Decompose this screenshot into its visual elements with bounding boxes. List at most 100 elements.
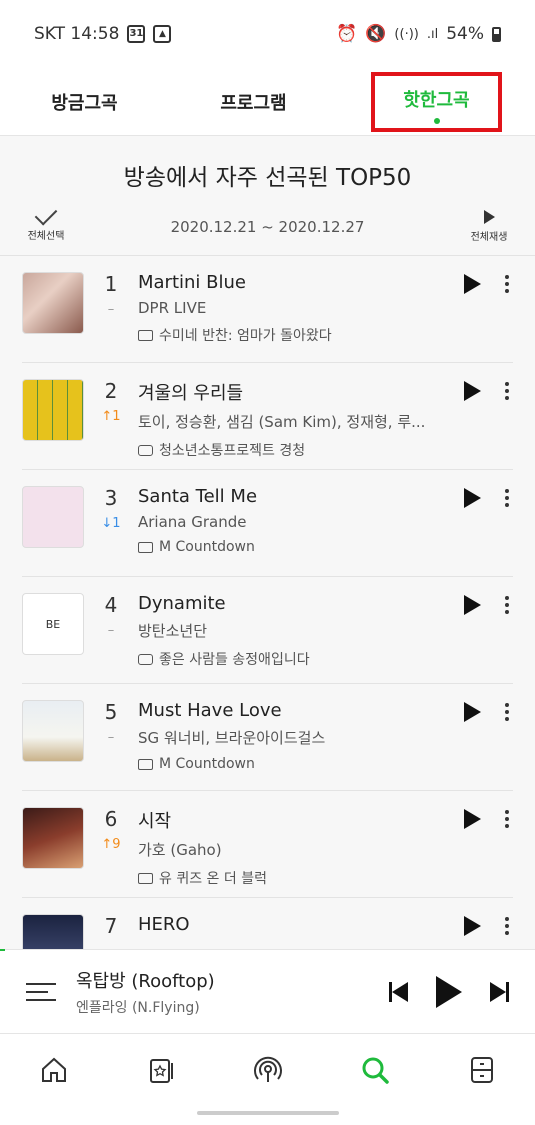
- play-button[interactable]: [464, 274, 481, 294]
- song-row[interactable]: 7 HERO: [22, 898, 513, 949]
- more-options-icon[interactable]: [501, 275, 513, 293]
- row-actions: [464, 593, 513, 615]
- song-title: Must Have Love: [138, 700, 282, 721]
- row-actions: [464, 486, 513, 508]
- song-row[interactable]: 6 ↑9 시작 가호 (Gaho) 유 퀴즈 온 더 블럭: [22, 791, 513, 898]
- play-button[interactable]: [464, 916, 481, 936]
- album-art[interactable]: [22, 272, 84, 334]
- program-name: M Countdown: [159, 756, 255, 772]
- album-art[interactable]: [22, 379, 84, 441]
- rank-number: 4: [104, 593, 118, 617]
- rank-block: 1 –: [84, 272, 138, 317]
- row-actions: [464, 700, 513, 722]
- play-all-button[interactable]: 전체재생: [463, 210, 515, 243]
- play-all-label: 전체재생: [470, 232, 508, 243]
- tab-programs[interactable]: 프로그램: [202, 81, 304, 123]
- next-track-icon[interactable]: [490, 981, 509, 1002]
- song-title: Martini Blue: [138, 272, 246, 293]
- program-info: 유 퀴즈 온 더 블럭: [138, 868, 464, 888]
- radio-icon: [138, 444, 153, 456]
- album-art[interactable]: BE: [22, 593, 84, 655]
- song-artist: Ariana Grande: [138, 513, 247, 531]
- drawer-icon[interactable]: [465, 1053, 499, 1087]
- tab-hot-songs-label: 핫한그곡: [403, 89, 470, 111]
- play-button[interactable]: [464, 488, 481, 508]
- play-button[interactable]: [464, 702, 481, 722]
- search-icon[interactable]: [358, 1053, 392, 1087]
- song-info[interactable]: Martini Blue DPR LIVE 수미네 반찬: 엄마가 돌아왔다: [138, 272, 464, 345]
- home-indicator: [196, 1111, 339, 1115]
- status-bar: SKT 14:58 31 ▲ ⏰ 🔇 ((·)) .ıl 54%: [0, 0, 535, 68]
- program-info: M Countdown: [138, 756, 464, 772]
- tab-hot-songs[interactable]: 핫한그곡: [371, 71, 502, 132]
- song-info[interactable]: Santa Tell Me Ariana Grande M Countdown: [138, 486, 464, 555]
- song-title: Dynamite: [138, 593, 226, 614]
- tv-icon: [138, 329, 153, 341]
- star-card-icon[interactable]: [144, 1053, 178, 1087]
- song-title: HERO: [138, 914, 190, 935]
- play-pause-icon[interactable]: [436, 975, 462, 1008]
- play-icon: [483, 210, 495, 224]
- home-icon[interactable]: [37, 1053, 71, 1087]
- select-all-label: 전체선택: [27, 231, 65, 242]
- chart-content: 방송에서 자주 선곡된 TOP50 전체선택 2020.12.21 ~ 2020…: [0, 136, 535, 949]
- song-row[interactable]: 3 ↓1 Santa Tell Me Ariana Grande M Count…: [22, 470, 513, 577]
- mini-player[interactable]: 옥탑방 (Rooftop) 엔플라잉 (N.Flying): [0, 949, 535, 1033]
- program-name: 수미네 반찬: 엄마가 돌아왔다: [159, 328, 332, 344]
- album-art[interactable]: [22, 914, 84, 949]
- rank-change: –: [107, 623, 115, 638]
- status-left: SKT 14:58 31 ▲: [34, 24, 172, 44]
- mute-icon: 🔇: [365, 24, 387, 44]
- song-row[interactable]: 2 ↑1 겨울의 우리들 토이, 정승환, 샘김 (Sam Kim), 정재형,…: [22, 363, 513, 470]
- more-options-icon[interactable]: [501, 810, 513, 828]
- song-title: 시작: [138, 811, 172, 832]
- date-range: 2020.12.21 ~ 2020.12.27: [170, 217, 365, 236]
- playlist-icon[interactable]: [26, 982, 56, 1001]
- page-title: 방송에서 자주 선곡된 TOP50: [123, 165, 412, 191]
- rank-block: 2 ↑1: [84, 379, 138, 424]
- more-options-icon[interactable]: [501, 596, 513, 614]
- song-artist: 토이, 정승환, 샘김 (Sam Kim), 정재형, 루...: [138, 413, 426, 431]
- more-options-icon[interactable]: [501, 917, 513, 935]
- song-info[interactable]: Must Have Love SG 워너비, 브라운아이드걸스 M Countd…: [138, 700, 464, 772]
- song-info[interactable]: 시작 가호 (Gaho) 유 퀴즈 온 더 블럭: [138, 807, 464, 888]
- now-playing-info[interactable]: 옥탑방 (Rooftop) 엔플라잉 (N.Flying): [76, 967, 389, 1017]
- program-info: 청소년소통프로젝트 경청: [138, 440, 464, 460]
- album-art[interactable]: [22, 807, 84, 869]
- previous-track-icon[interactable]: [389, 981, 408, 1002]
- rank-block: 3 ↓1: [84, 486, 138, 531]
- song-artist: 방탄소년단: [138, 622, 208, 640]
- program-name: 유 퀴즈 온 더 블럭: [159, 871, 267, 887]
- rank-number: 7: [104, 914, 118, 938]
- rank-number: 5: [104, 700, 118, 724]
- rank-number: 3: [104, 486, 118, 510]
- select-all-button[interactable]: 전체선택: [20, 202, 72, 242]
- song-row[interactable]: BE 4 – Dynamite 방탄소년단 좋은 사람들 송정애입니다: [22, 577, 513, 684]
- album-art[interactable]: [22, 700, 84, 762]
- more-options-icon[interactable]: [501, 382, 513, 400]
- play-button[interactable]: [464, 595, 481, 615]
- list-controls: 전체선택 2020.12.21 ~ 2020.12.27 전체재생: [0, 202, 535, 256]
- play-button[interactable]: [464, 809, 481, 829]
- album-art-text: BE: [45, 617, 61, 631]
- row-actions: [464, 914, 513, 936]
- tab-just-played[interactable]: 방금그곡: [33, 81, 135, 123]
- broadcast-icon[interactable]: [251, 1053, 285, 1087]
- song-info[interactable]: Dynamite 방탄소년단 좋은 사람들 송정애입니다: [138, 593, 464, 669]
- song-title: 겨울의 우리들: [138, 383, 244, 404]
- rank-block: 5 –: [84, 700, 138, 745]
- song-info[interactable]: HERO: [138, 914, 464, 941]
- more-options-icon[interactable]: [501, 489, 513, 507]
- battery-level: 54%: [446, 24, 484, 44]
- album-art[interactable]: [22, 486, 84, 548]
- rank-number: 6: [104, 807, 118, 831]
- rank-number: 2: [104, 379, 118, 403]
- song-row[interactable]: 5 – Must Have Love SG 워너비, 브라운아이드걸스 M Co…: [22, 684, 513, 791]
- song-row[interactable]: 1 – Martini Blue DPR LIVE 수미네 반찬: 엄마가 돌아…: [22, 256, 513, 363]
- playback-progress: [0, 949, 6, 951]
- song-info[interactable]: 겨울의 우리들 토이, 정승환, 샘김 (Sam Kim), 정재형, 루...…: [138, 379, 464, 460]
- rank-block: 6 ↑9: [84, 807, 138, 852]
- more-options-icon[interactable]: [501, 703, 513, 721]
- rank-change: ↑1: [101, 409, 121, 424]
- play-button[interactable]: [464, 381, 481, 401]
